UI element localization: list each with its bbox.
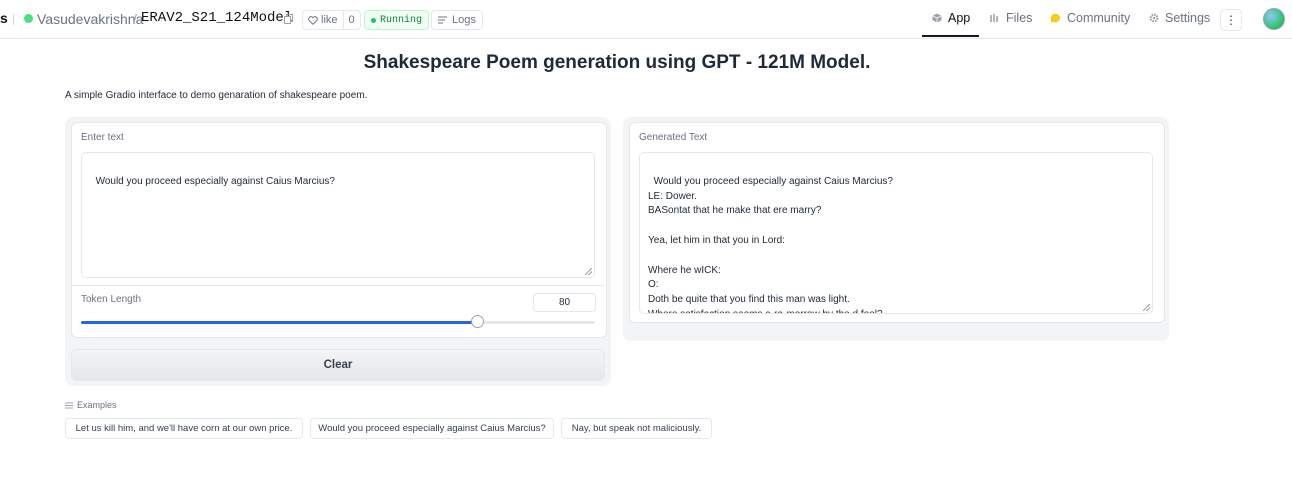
files-icon xyxy=(990,14,998,22)
resize-handle-icon[interactable] xyxy=(585,268,592,275)
logs-label: Logs xyxy=(452,14,476,26)
tab-files[interactable]: Files xyxy=(990,11,1032,25)
token-length-number-input[interactable]: 80 xyxy=(533,293,596,312)
cube-icon xyxy=(932,13,942,23)
token-length-slider[interactable] xyxy=(81,315,595,328)
tab-app-label: App xyxy=(948,11,971,25)
example-button[interactable]: Let us kill him, and we'll have corn at … xyxy=(65,418,303,439)
page-title: Shakespeare Poem generation using GPT - … xyxy=(363,52,871,73)
heart-icon xyxy=(308,15,318,25)
brand-fragment[interactable]: s xyxy=(0,10,8,26)
page-description: A simple Gradio interface to demo genara… xyxy=(65,90,368,101)
running-status-badge[interactable]: Running xyxy=(364,10,430,30)
tab-community-label: Community xyxy=(1067,11,1131,25)
list-icon xyxy=(65,402,73,408)
logs-icon xyxy=(438,16,447,24)
tab-settings[interactable]: Settings xyxy=(1149,11,1210,25)
examples-header: Examples xyxy=(65,400,117,410)
more-vertical-icon: ⋮ xyxy=(1225,13,1237,27)
slider-fill xyxy=(81,321,477,324)
tab-community[interactable]: Community xyxy=(1050,11,1130,25)
active-tab-indicator xyxy=(922,35,979,37)
output-textarea[interactable]: Would you proceed especially against Cai… xyxy=(639,152,1153,314)
examples-label: Examples xyxy=(77,400,117,410)
copy-icon[interactable] xyxy=(284,14,293,24)
block-divider xyxy=(72,285,604,286)
path-separator: / xyxy=(133,11,137,27)
community-icon xyxy=(1051,13,1060,23)
divider xyxy=(13,14,14,25)
output-text: Would you proceed especially against Cai… xyxy=(648,175,893,313)
slider-thumb[interactable] xyxy=(471,315,484,328)
space-status-dot-icon xyxy=(24,14,33,23)
like-label: like xyxy=(321,14,338,26)
like-count: 0 xyxy=(342,11,360,29)
logs-button[interactable]: Logs xyxy=(431,10,483,30)
token-length-label: Token Length xyxy=(81,294,142,305)
tab-app[interactable]: App xyxy=(932,11,970,25)
example-button[interactable]: Nay, but speak not maliciously. xyxy=(561,418,712,439)
output-label: Generated Text xyxy=(639,132,708,143)
example-button[interactable]: Would you proceed especially against Cai… xyxy=(310,418,554,439)
tab-settings-label: Settings xyxy=(1165,11,1211,25)
running-dot-icon xyxy=(371,17,376,23)
input-label: Enter text xyxy=(81,132,124,143)
tab-files-label: Files xyxy=(1006,11,1033,25)
input-text: Would you proceed especially against Cai… xyxy=(95,175,335,187)
running-label: Running xyxy=(380,14,423,26)
top-bar: s Vasudevakrishna / ERAV2_S21_124Model l… xyxy=(0,0,1292,39)
like-button[interactable]: like 0 xyxy=(302,10,361,30)
gear-icon xyxy=(1149,13,1159,23)
user-avatar[interactable] xyxy=(1263,8,1285,30)
repo-name-link[interactable]: ERAV2_S21_124Model xyxy=(141,10,292,26)
input-textarea[interactable]: Would you proceed especially against Cai… xyxy=(81,152,595,278)
clear-button[interactable]: Clear xyxy=(71,349,605,381)
owner-link[interactable]: Vasudevakrishna xyxy=(37,11,143,27)
more-options-button[interactable]: ⋮ xyxy=(1220,9,1242,31)
resize-handle-icon[interactable] xyxy=(1143,304,1150,311)
